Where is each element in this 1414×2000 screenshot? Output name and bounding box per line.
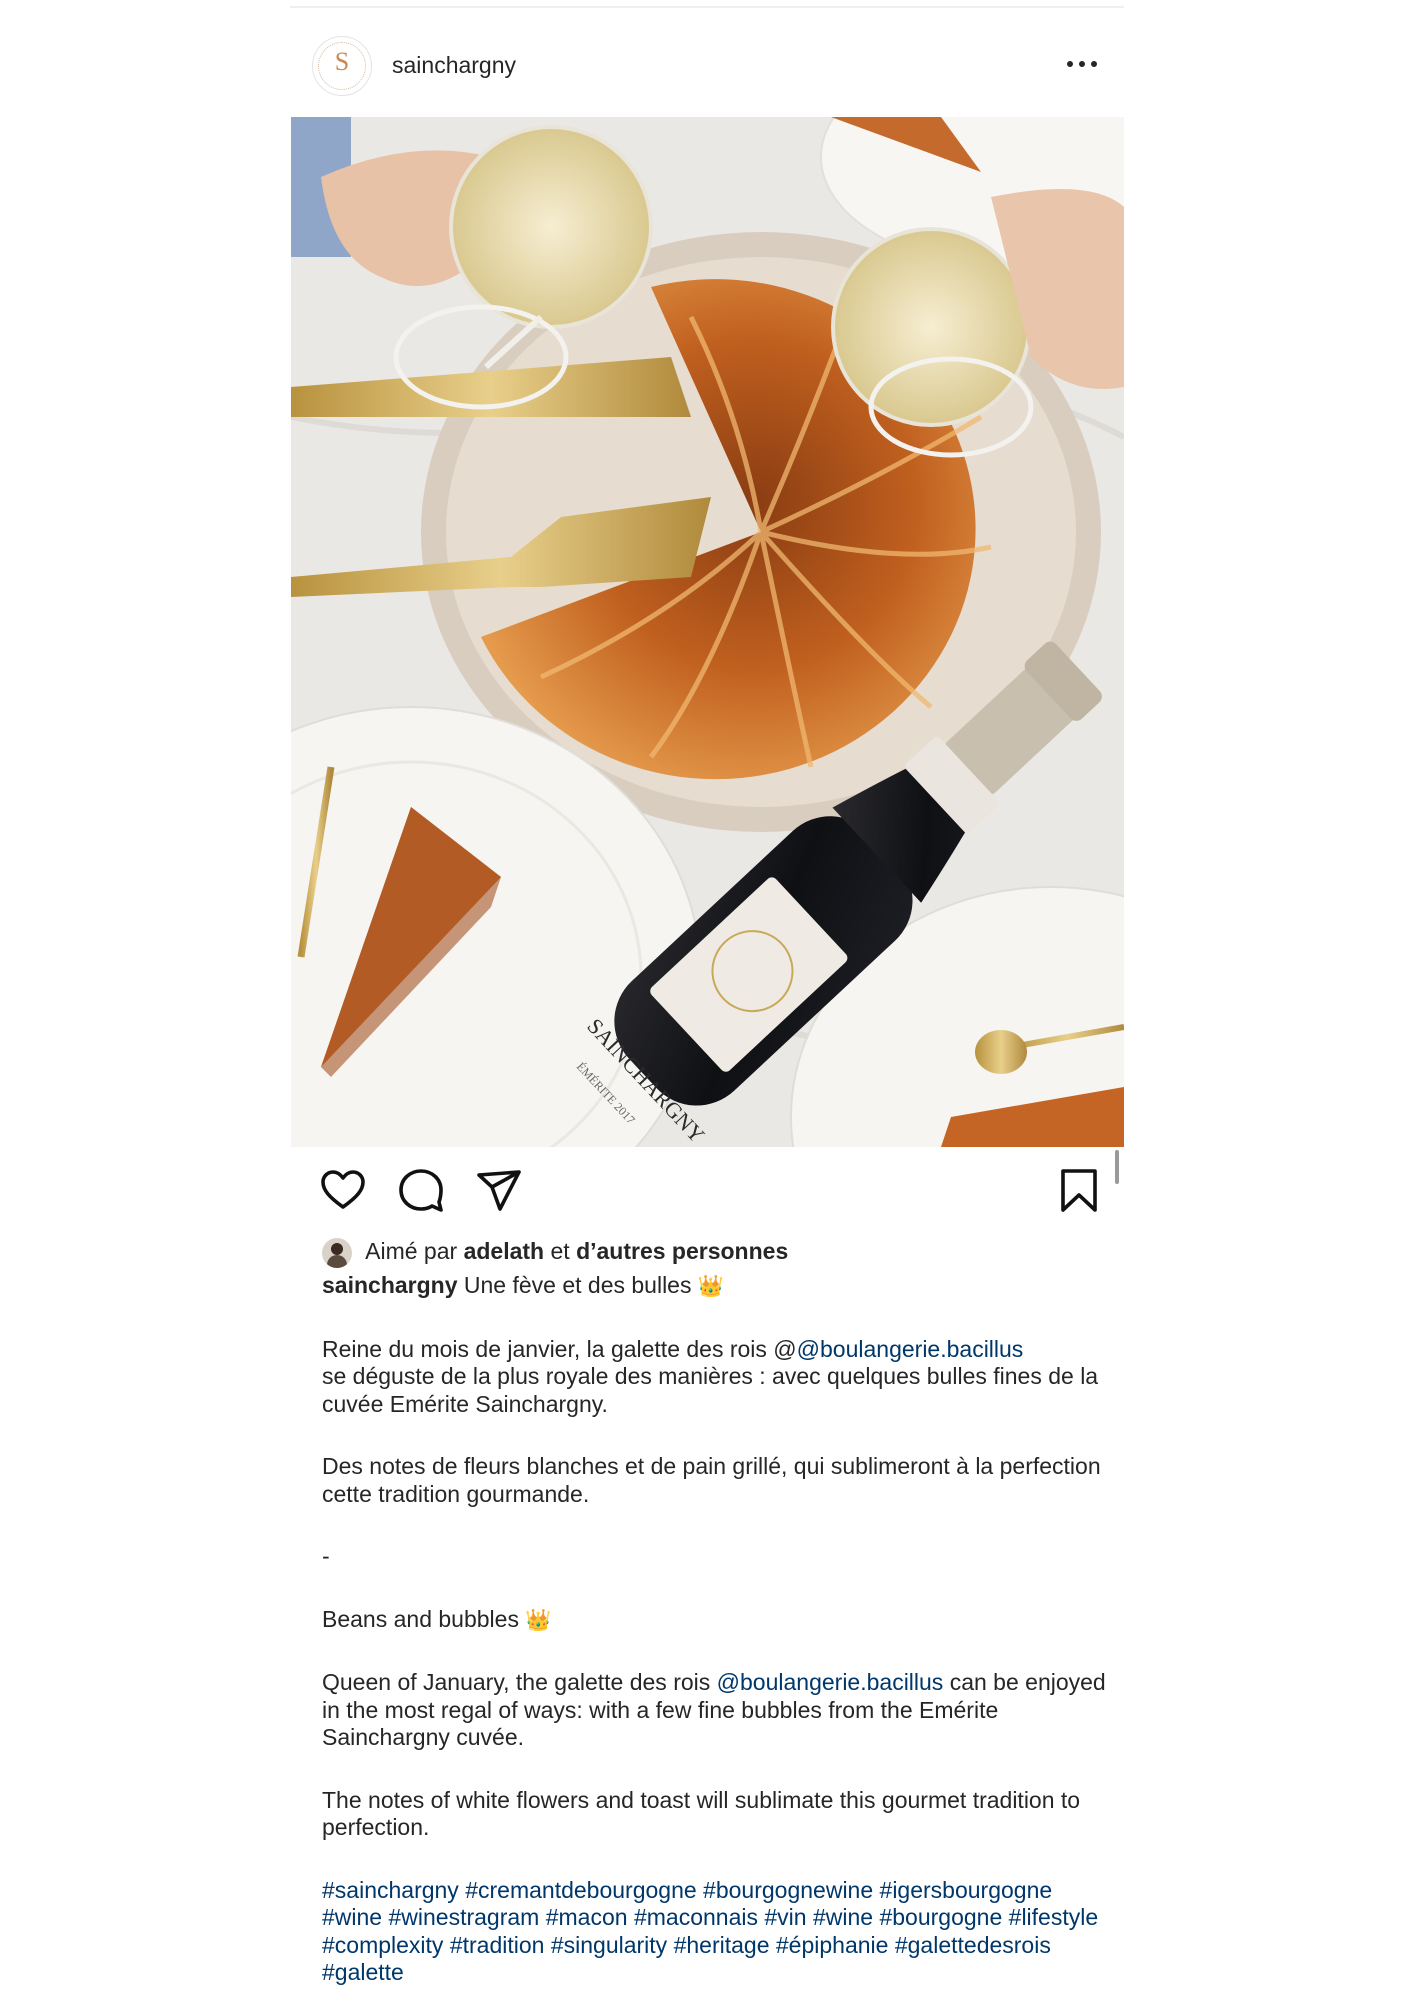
heart-icon	[321, 1170, 365, 1209]
caption-en-title-line: Beans and bubbles 👑	[322, 1606, 1112, 1635]
liker-username[interactable]: adelath	[464, 1238, 545, 1264]
hashtag-link[interactable]: #sainchargny	[322, 1877, 459, 1903]
caption-title-line: sainchargny Une fève et des bulles 👑	[322, 1272, 1112, 1301]
comment-icon	[399, 1169, 443, 1212]
send-icon	[477, 1170, 521, 1211]
post-header: S sainchargny	[290, 30, 1124, 102]
like-button[interactable]	[319, 1166, 367, 1214]
caption-fr-text-a: Reine du mois de janvier, la galette des…	[322, 1335, 797, 1362]
hashtag-link[interactable]: #galette	[322, 1959, 404, 1985]
save-button[interactable]	[1055, 1166, 1103, 1214]
likes-summary[interactable]: Aimé par adelath et d’autres personnes	[322, 1238, 788, 1272]
post-actions	[291, 1160, 1124, 1220]
share-button[interactable]	[475, 1166, 523, 1214]
post-username[interactable]: sainchargny	[392, 52, 516, 79]
caption-fr-text-b: se déguste de la plus royale des manière…	[322, 1363, 1099, 1417]
caption-en-text-a: Queen of January, the galette des rois	[322, 1669, 711, 1695]
caption-hashtags: #sainchargny #cremantdebourgogne #bourgo…	[322, 1877, 1112, 1987]
likes-others-link[interactable]: d’autres personnes	[576, 1238, 788, 1264]
caption-fr-paragraph-2: Des notes de fleurs blanches et de pain …	[322, 1453, 1101, 1507]
hashtag-link[interactable]: #maconnais	[634, 1904, 758, 1930]
hashtag-link[interactable]: #igersbourgogne	[880, 1877, 1053, 1903]
galette-photo-illustration: SAINCHARGNY ÉMÉRITE 2017	[291, 117, 1124, 1147]
comment-button[interactable]	[397, 1166, 445, 1214]
caption-en-paragraph-2: The notes of white flowers and toast wil…	[322, 1786, 1081, 1841]
caption-en-paragraph-1: Queen of January, the galette des rois @…	[322, 1669, 1112, 1752]
post-caption: sainchargny Une fève et des bulles 👑 Rei…	[322, 1272, 1112, 1987]
hashtag-link[interactable]: #complexity	[322, 1932, 443, 1958]
hashtag-link[interactable]: #bourgogne	[879, 1904, 1002, 1930]
likes-prefix: Aimé par	[365, 1238, 458, 1265]
hashtag-link[interactable]: #singularity	[551, 1932, 667, 1958]
top-divider	[290, 6, 1124, 8]
likes-joiner: et	[550, 1238, 570, 1265]
liker-avatar	[322, 1238, 352, 1268]
mention-link[interactable]: @boulangerie.bacillus	[717, 1669, 944, 1695]
hashtag-link[interactable]: #bourgognewine	[703, 1877, 873, 1903]
hashtag-link[interactable]: #tradition	[450, 1932, 545, 1958]
caption-fr-paragraph-1: Reine du mois de janvier, la galette des…	[322, 1336, 1112, 1419]
crown-emoji-icon: 👑	[697, 1275, 725, 1298]
hashtag-link[interactable]: #lifestyle	[1009, 1904, 1098, 1930]
more-options-button[interactable]	[1062, 48, 1102, 78]
more-horizontal-icon	[1079, 61, 1085, 67]
caption-en-title: Beans and bubbles	[322, 1605, 519, 1632]
hashtag-link[interactable]: #cremantdebourgogne	[465, 1877, 696, 1903]
mention-link[interactable]: @boulangerie.bacillus	[797, 1336, 1024, 1362]
hashtag-link[interactable]: #winestragram	[389, 1904, 540, 1930]
post-photo[interactable]: SAINCHARGNY ÉMÉRITE 2017	[291, 117, 1124, 1147]
bookmark-icon	[1061, 1169, 1097, 1212]
hashtag-link[interactable]: #wine	[813, 1904, 873, 1930]
caption-separator: -	[322, 1543, 330, 1569]
more-horizontal-icon	[1091, 61, 1097, 67]
hashtag-link[interactable]: #wine	[322, 1904, 382, 1930]
hashtag-link[interactable]: #heritage	[674, 1932, 770, 1958]
more-horizontal-icon	[1067, 61, 1073, 67]
hashtag-link[interactable]: #vin	[764, 1904, 806, 1930]
caption-author[interactable]: sainchargny	[322, 1272, 458, 1298]
profile-avatar[interactable]: S	[312, 36, 372, 96]
avatar-monogram: S	[334, 47, 350, 76]
caption-title: Une fève et des bulles	[463, 1272, 692, 1298]
hashtag-link[interactable]: #galettedesrois	[895, 1932, 1051, 1958]
hashtag-link[interactable]: #macon	[546, 1904, 628, 1930]
crown-emoji-icon: 👑	[525, 1608, 552, 1632]
hashtag-link[interactable]: #épiphanie	[776, 1932, 889, 1958]
